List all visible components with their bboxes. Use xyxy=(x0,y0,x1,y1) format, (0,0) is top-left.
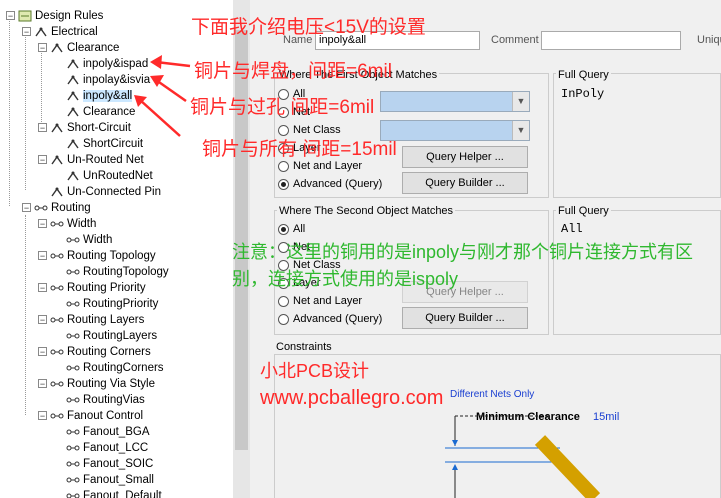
annotation-note: 注意：这里的铜用的是inpoly与刚才那个铜片连接方式有区别，连接方式使用的是i… xyxy=(232,242,694,289)
annotation-title: 下面我介绍电压<15V的设置 xyxy=(191,17,426,38)
annotation-via: 铜片与过孔 间距=6mil xyxy=(190,97,375,118)
brand-label: 小北PCB设计 xyxy=(260,361,370,381)
brand-url: www.pcballegro.com xyxy=(260,387,444,409)
arrow-head-icon xyxy=(150,55,162,69)
annotation-all: 铜片与所有 间距=15mil xyxy=(202,139,397,160)
annotation-pad: 铜片与焊盘，间距=6mil xyxy=(194,61,392,82)
